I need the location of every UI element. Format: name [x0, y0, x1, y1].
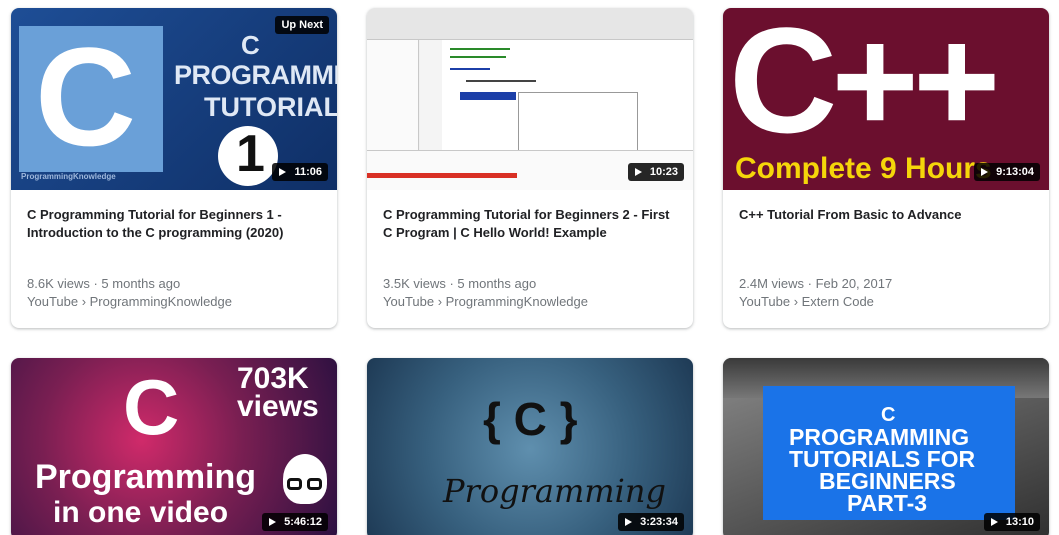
video-title[interactable]: C++ Tutorial From Basic to Advance	[739, 206, 1033, 224]
video-card[interactable]: 10:23 C Programming Tutorial for Beginne…	[367, 8, 693, 328]
video-thumbnail[interactable]: C 703K views Programming in one video 5:…	[11, 358, 337, 535]
thumb-line1: C	[241, 30, 260, 60]
thumb-big-letter: C	[35, 18, 137, 175]
thumb-script: Programming	[443, 472, 666, 510]
thumb-caption: Complete 9 Hours	[735, 152, 992, 185]
thumb-letter: C	[123, 363, 180, 451]
duration-badge: 3:23:34	[618, 513, 684, 531]
duration-badge: 9:13:04	[974, 163, 1040, 181]
video-thumbnail[interactable]: 10:23	[367, 8, 693, 190]
video-source: YouTube › ProgrammingKnowledge	[27, 294, 232, 309]
play-icon	[990, 518, 998, 526]
duration-badge: 5:46:12	[262, 513, 328, 531]
play-icon	[981, 168, 989, 176]
video-card[interactable]: { C } Programming 3:23:34	[367, 358, 693, 535]
duration-badge: 13:10	[983, 513, 1040, 531]
video-title[interactable]: C Programming Tutorial for Beginners 2 -…	[383, 206, 677, 242]
video-card[interactable]: C C PROGRAMMING TUTORIAL 1 ProgrammingKn…	[11, 8, 337, 328]
play-icon	[269, 518, 277, 526]
video-thumbnail[interactable]: C PROGRAMMING TUTORIALS FOR BEGINNERS PA…	[723, 358, 1049, 535]
video-stats: 8.6K views · 5 months ago	[27, 276, 181, 291]
video-card[interactable]: C PROGRAMMING TUTORIALS FOR BEGINNERS PA…	[723, 358, 1049, 535]
video-card[interactable]: C 703K views Programming in one video 5:…	[11, 358, 337, 535]
thumb-channel: ProgrammingKnowledge	[21, 172, 116, 181]
play-icon	[625, 518, 633, 526]
video-source: YouTube › ProgrammingKnowledge	[383, 294, 588, 309]
duration-badge: 10:23	[627, 163, 684, 181]
ide-project-panel	[367, 40, 419, 150]
thumb-line2: in one video	[53, 496, 229, 529]
play-icon	[634, 168, 642, 176]
thumb-line5: PART-3	[847, 490, 928, 516]
thumb-views-label: views	[237, 390, 319, 423]
thumb-number: 1	[236, 125, 265, 183]
ide-menubar	[367, 8, 693, 40]
thumb-line2: PROGRAMMING	[174, 60, 337, 90]
video-source: YouTube › Extern Code	[739, 294, 874, 309]
play-icon	[279, 168, 287, 176]
video-stats: 2.4M views · Feb 20, 2017	[739, 276, 893, 291]
video-title[interactable]: C Programming Tutorial for Beginners 1 -…	[27, 206, 321, 242]
ide-editor	[420, 40, 693, 162]
video-thumbnail[interactable]: C C PROGRAMMING TUTORIAL 1 ProgrammingKn…	[11, 8, 337, 190]
up-next-badge: Up Next	[275, 16, 329, 34]
thumb-big-text: C++	[729, 8, 1001, 164]
video-stats: 3.5K views · 5 months ago	[383, 276, 537, 291]
duration-badge: 11:06	[272, 163, 328, 181]
video-thumbnail[interactable]: { C } Programming 3:23:34	[367, 358, 693, 535]
video-card[interactable]: C++ Complete 9 Hours 9:13:04 C++ Tutoria…	[723, 8, 1049, 328]
video-thumbnail[interactable]: C++ Complete 9 Hours 9:13:04	[723, 8, 1049, 190]
character-icon	[283, 454, 327, 504]
thumb-line1: Programming	[35, 458, 257, 496]
thumb-line3: TUTORIAL	[204, 92, 337, 122]
thumb-logo: { C }	[483, 393, 578, 445]
